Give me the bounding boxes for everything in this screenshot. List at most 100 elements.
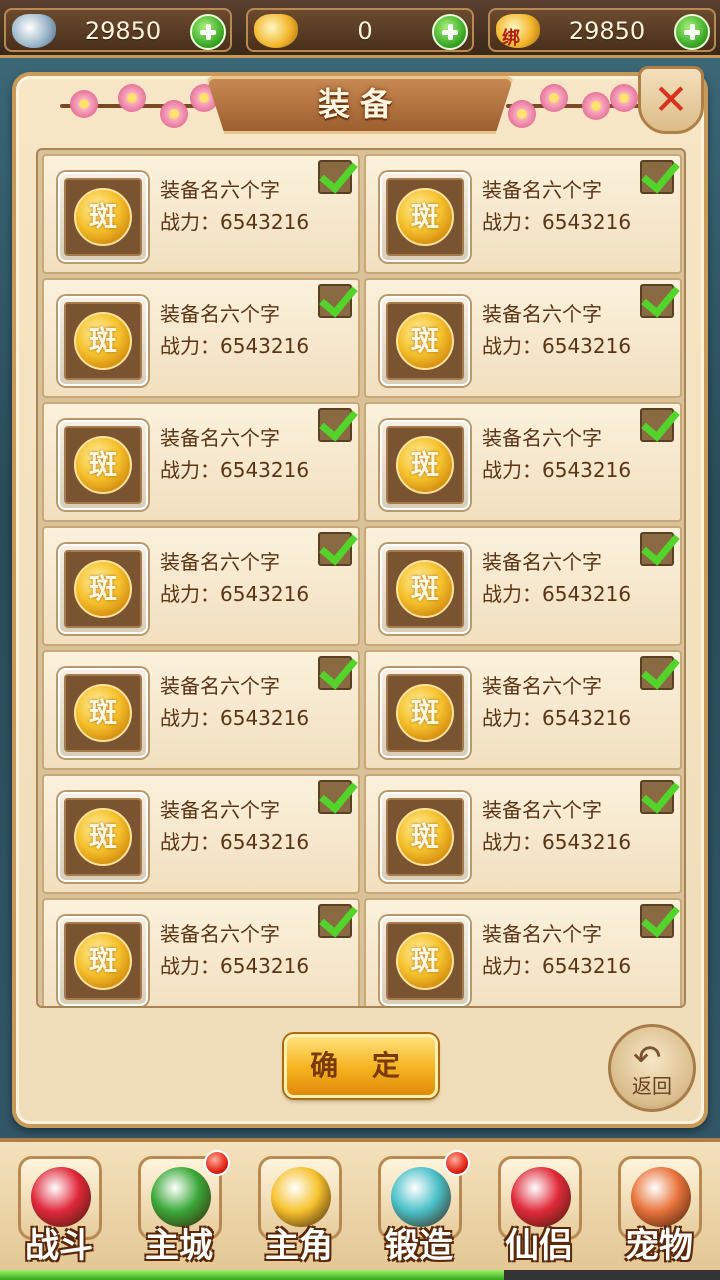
equipment-power: 战力：6543216 [482,580,631,608]
nav-label: 主城 [145,1226,213,1266]
nav-item-city[interactable]: 主城 [124,1150,234,1274]
equipment-card[interactable]: 斑 装备名六个字 战力：6543216 [42,774,360,894]
checkbox-checked[interactable] [318,532,352,566]
power-label: 战力： [482,210,542,234]
nav-item-pet-monkey[interactable]: 宠物 [604,1150,714,1274]
equipment-card[interactable]: 斑 装备名六个字战力：6543216 [364,650,682,770]
equipment-power: 战力：6543216 [482,332,631,360]
equipment-card[interactable]: 斑 装备名六个字 战力：6543216 [364,278,682,398]
power-label: 战力： [482,830,542,854]
equipment-glyph: 斑 [88,572,117,605]
power-value: 6543216 [542,954,632,978]
nav-label: 仙侣 [505,1226,573,1266]
equipment-frame: 斑 [386,550,464,628]
equipment-card[interactable]: 斑 装备名六个字 战力：6543216 [364,774,682,894]
equipment-card[interactable]: 斑 装备名六个字 战力：6543216 [42,898,360,1006]
nav-item-forge-hammer[interactable]: 锻造 [364,1150,474,1274]
equipment-frame: 斑 [386,302,464,380]
nav-item-hero[interactable]: 主角 [244,1150,354,1274]
checkbox-checked[interactable] [640,904,674,938]
checkbox-checked[interactable] [640,408,674,442]
nav-item-battle[interactable]: 战斗 [4,1150,114,1274]
nav-label: 锻造 [385,1226,453,1266]
equipment-slot: 斑 [380,916,470,1006]
equipment-name: 装备名六个字 [160,674,280,698]
equipment-slot: 斑 [380,172,470,262]
power-label: 战力： [482,582,542,606]
equipment-glyph: 斑 [410,944,439,977]
equipment-slot: 斑 [58,792,148,882]
checkbox-checked[interactable] [640,780,674,814]
power-value: 6543216 [220,830,310,854]
equipment-power: 战力：6543216 [160,456,309,484]
checkbox-checked[interactable] [318,780,352,814]
equipment-icon: 斑 [74,436,132,494]
bound-gold-value: 29850 [568,17,646,45]
equipment-glyph: 斑 [88,448,117,481]
equipment-power: 战力：6543216 [160,828,309,856]
equipment-icon: 斑 [74,684,132,742]
equipment-glyph: 斑 [88,696,117,729]
equipment-slot: 斑 [58,916,148,1006]
equipment-card[interactable]: 斑 装备名六个字 战力：6543216 [364,898,682,1006]
gold-value: 0 [357,17,373,45]
equipment-card[interactable]: 斑 装备名六个字 战力：6543216 [42,278,360,398]
power-value: 6543216 [542,706,632,730]
equipment-name: 装备名六个字 [482,674,602,698]
bound-badge: 绑 [502,28,520,49]
equipment-icon: 斑 [396,188,454,246]
checkbox-checked[interactable] [318,904,352,938]
add-bound-gold-button[interactable] [674,14,710,50]
equipment-icon: 斑 [396,560,454,618]
gold-ingot-icon [254,14,298,48]
checkbox-checked[interactable] [640,160,674,194]
close-button[interactable]: ✕ [638,66,704,134]
panel-title: 装备 [317,85,402,123]
equipment-card[interactable]: 斑 装备名六个字 战力：6543216 [42,402,360,522]
equipment-grid: 斑装备名六个字 战力：6543216 斑装备名六个字 战力：6543216 斑装备名六个… [36,148,686,1008]
blossom-icon [540,84,568,112]
checkbox-checked[interactable] [318,284,352,318]
back-button[interactable]: ↶ 返回 [608,1024,696,1112]
equipment-glyph: 斑 [410,200,439,233]
blossom-icon [118,84,146,112]
checkbox-checked[interactable] [640,284,674,318]
equipment-power: 战力：6543216 [160,208,309,236]
equipment-card[interactable]: 斑 装备名六个字 战力：6543216 [42,526,360,646]
silver-ingot-icon [12,14,56,48]
nav-item-partner-heart[interactable]: 仙侣 [484,1150,594,1274]
blossom-icon [610,84,638,112]
equipment-glyph: 斑 [410,324,439,357]
equipment-icon: 斑 [74,312,132,370]
checkbox-checked[interactable] [640,656,674,690]
checkbox-checked[interactable] [318,160,352,194]
equipment-card[interactable]: 斑 装备名六个字 战力：6543216 [42,154,360,274]
equipment-card[interactable]: 斑 装备名六个字 战力：6543216 [364,526,682,646]
battle-icon [31,1167,91,1227]
equipment-name: 装备名六个字 [160,178,280,202]
equipment-name: 装备名六个字 [482,426,602,450]
confirm-button[interactable]: 确 定 [284,1034,438,1098]
power-value: 6543216 [220,458,310,482]
equipment-slot: 斑 [58,420,148,510]
equipment-name: 装备名六个字 [160,922,280,946]
checkbox-checked[interactable] [318,408,352,442]
checkbox-checked[interactable] [640,532,674,566]
equipment-card[interactable]: 斑 装备名六个字 战力：6543216 [364,402,682,522]
hero-icon [271,1167,331,1227]
xp-bar-fill [0,1270,504,1280]
power-value: 6543216 [542,830,632,854]
add-silver-button[interactable] [190,14,226,50]
checkbox-checked[interactable] [318,656,352,690]
xp-bar [0,1270,720,1280]
equipment-name: 装备名六个字 [160,550,280,574]
add-gold-button[interactable] [432,14,468,50]
equipment-slot: 斑 [58,668,148,758]
equipment-card[interactable]: 斑 装备名六个字 战力：6543216 [42,650,360,770]
equipment-glyph: 斑 [410,820,439,853]
power-label: 战力： [160,954,220,978]
equipment-card[interactable]: 斑 装备名六个字 战力：6543216 [364,154,682,274]
equipment-glyph: 斑 [410,696,439,729]
equipment-power: 战力：6543216 [482,704,631,732]
equipment-icon: 斑 [396,684,454,742]
